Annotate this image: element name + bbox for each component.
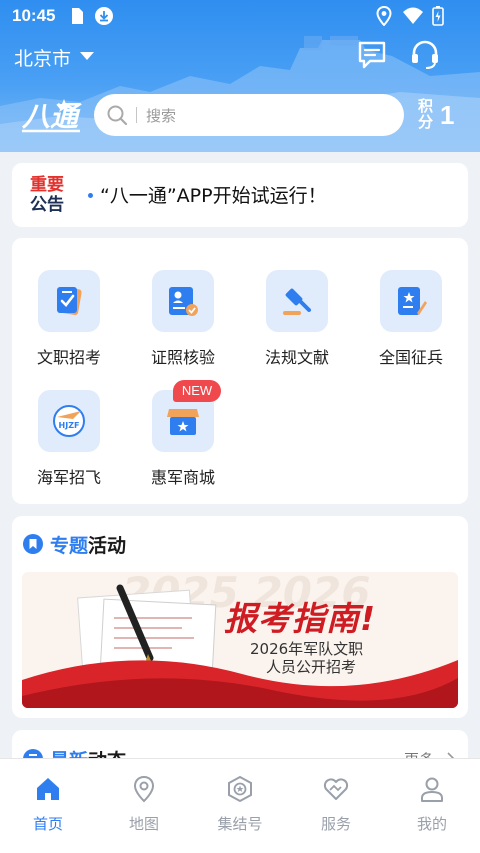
- points-value[interactable]: 1: [440, 100, 454, 131]
- person-icon: [421, 777, 443, 802]
- gavel-icon: [283, 288, 311, 315]
- topic-section: 专题活动 2025 2026 报考指南! 2026年军队文职 人员公开招考: [12, 516, 468, 718]
- service-tile: [152, 270, 214, 332]
- status-time: 10:45: [12, 6, 56, 25]
- service-laws[interactable]: 法规文献: [240, 238, 354, 367]
- svg-text:八通: 八通: [21, 100, 82, 133]
- wifi-icon: [403, 7, 423, 24]
- sim-card-icon: [72, 8, 83, 24]
- service-tile: [266, 270, 328, 332]
- nav-label: 集结号: [217, 815, 263, 833]
- banner-title: 报考指南!: [224, 599, 377, 638]
- announcement-badge-top: 重要: [30, 175, 64, 195]
- service-navy-pilot[interactable]: HJZF 海军招飞: [12, 358, 126, 487]
- search-bar[interactable]: 搜索: [94, 94, 404, 136]
- download-icon: [95, 7, 113, 25]
- store-icon: [167, 409, 199, 435]
- message-icon[interactable]: [357, 40, 387, 70]
- service-label: 海军招飞: [36, 468, 101, 487]
- section-title-highlight: 专题: [50, 535, 89, 557]
- service-id-verify[interactable]: 证照核验: [126, 238, 240, 367]
- header: 10:45 北京市 八通 搜索 积分 1: [0, 0, 480, 152]
- id-verify-icon: [169, 287, 198, 316]
- nav-assembly[interactable]: 集结号: [192, 759, 288, 853]
- customer-service-icon[interactable]: [410, 40, 440, 70]
- nav-map[interactable]: 地图: [96, 759, 192, 853]
- service-label: 全国征兵: [378, 348, 443, 367]
- search-icon: [107, 105, 128, 126]
- nav-label: 首页: [32, 815, 63, 833]
- service-label: 法规文献: [264, 348, 329, 367]
- services-grid: 文职招考 证照核验 法规文献 全国征兵 HJZF 海军招飞 惠军商城: [12, 238, 468, 504]
- service-exam[interactable]: 文职招考: [12, 238, 126, 367]
- new-badge: NEW: [173, 380, 221, 402]
- bottom-nav: 首页 地图 集结号 服务 我的: [0, 758, 480, 853]
- svg-text:HJZF: HJZF: [59, 421, 80, 430]
- banner-subtitle-2: 人员公开招考: [266, 658, 357, 676]
- section-title-rest: 活动: [88, 535, 127, 557]
- exam-icon: [57, 286, 82, 316]
- exam-guide-banner[interactable]: 2025 2026 报考指南! 2026年军队文职 人员公开招考: [22, 572, 458, 708]
- points-label[interactable]: 积分: [418, 98, 436, 130]
- battery-icon: [432, 6, 444, 26]
- nav-label: 服务: [320, 815, 351, 833]
- nav-home[interactable]: 首页: [0, 759, 96, 853]
- city-selector[interactable]: 北京市: [14, 44, 71, 71]
- nav-label: 我的: [416, 815, 447, 833]
- announcement-badge: 重要 公告: [26, 175, 68, 215]
- heart-hands-icon: [323, 778, 349, 800]
- bullet-dot: [88, 193, 93, 198]
- service-tile: [38, 270, 100, 332]
- search-separator: [136, 107, 137, 123]
- nav-profile[interactable]: 我的: [384, 759, 480, 853]
- badge-icon: [228, 775, 252, 803]
- chevron-down-icon[interactable]: [80, 52, 94, 60]
- bookmark-icon: [23, 534, 43, 554]
- nav-service[interactable]: 服务: [288, 759, 384, 853]
- home-icon: [37, 778, 59, 800]
- service-store[interactable]: 惠军商城: [126, 358, 240, 487]
- enlist-icon: [398, 287, 427, 315]
- service-tile: [380, 270, 442, 332]
- service-tile: HJZF: [38, 390, 100, 452]
- navy-pilot-icon: HJZF: [53, 405, 85, 437]
- section-title: 专题活动: [50, 531, 126, 558]
- map-pin-icon: [133, 775, 155, 803]
- announcement-text[interactable]: “八一通”APP开始试运行！: [100, 181, 327, 208]
- announcement-badge-bottom: 公告: [30, 195, 64, 215]
- announcement-card[interactable]: 重要 公告 “八一通”APP开始试运行！: [12, 163, 468, 227]
- service-label: 惠军商城: [150, 468, 215, 487]
- search-input[interactable]: 搜索: [146, 105, 176, 126]
- location-icon: [376, 6, 392, 26]
- bayitong-logo[interactable]: 八通: [20, 95, 86, 135]
- service-enlist[interactable]: 全国征兵: [354, 238, 468, 367]
- nav-label: 地图: [128, 815, 159, 833]
- status-bar: 10:45: [0, 0, 480, 32]
